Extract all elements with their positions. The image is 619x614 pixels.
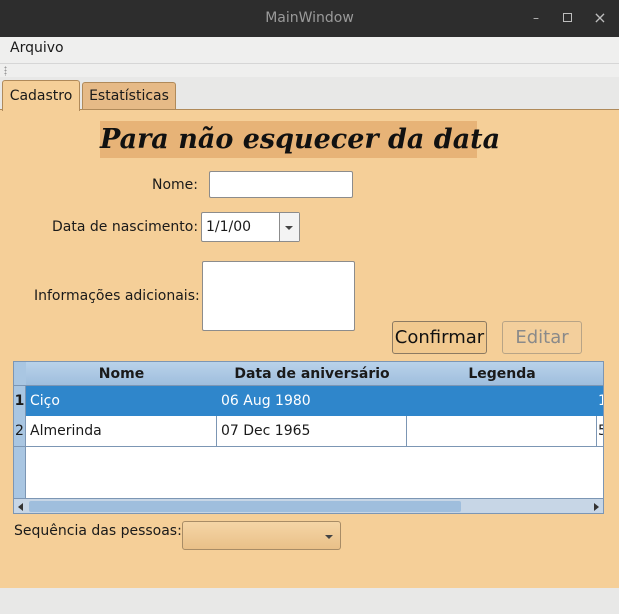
row-index[interactable]: 2	[14, 416, 26, 447]
chevron-down-icon	[285, 226, 293, 230]
cell-nome[interactable]: Almerinda	[26, 416, 217, 447]
cell-extra[interactable]: 1	[597, 386, 603, 416]
data-nascimento-label: Data de nascimento:	[52, 219, 199, 235]
window-titlebar[interactable]: MainWindow – ×	[0, 0, 619, 37]
column-header-nome[interactable]: Nome	[26, 362, 218, 386]
date-dropdown-button[interactable]	[279, 213, 299, 241]
row-header-filler	[14, 447, 26, 499]
cell-data[interactable]: 07 Dec 1965	[217, 416, 407, 447]
chevron-down-icon	[325, 535, 333, 539]
toolbar-strip	[0, 63, 619, 77]
people-table[interactable]: Nome Data de aniversário Legenda 1 Ciço …	[13, 361, 604, 514]
cell-legenda[interactable]	[407, 386, 597, 416]
maximize-icon[interactable]	[558, 9, 576, 27]
cell-nome[interactable]: Ciço	[26, 386, 217, 416]
column-header-data[interactable]: Data de aniversário	[217, 362, 408, 386]
minimize-icon[interactable]: –	[527, 9, 545, 27]
table-horizontal-scrollbar[interactable]	[14, 498, 603, 513]
menu-arquivo[interactable]: Arquivo	[10, 40, 64, 56]
row-index[interactable]: 1	[14, 386, 26, 416]
sequencia-label: Sequência das pessoas:	[14, 523, 182, 539]
confirm-button[interactable]: Confirmar	[392, 321, 487, 354]
info-label: Informações adicionais:	[34, 288, 200, 304]
data-nascimento-value: 1/1/00	[206, 219, 252, 235]
nome-label: Nome:	[152, 177, 199, 193]
toolbar-grip-icon[interactable]	[4, 66, 7, 76]
tab-estatisticas[interactable]: Estatísticas	[82, 82, 176, 109]
scroll-right-icon[interactable]	[594, 503, 599, 511]
tab-cadastro[interactable]: Cadastro	[2, 80, 80, 111]
menu-bar: Arquivo	[0, 37, 619, 63]
data-nascimento-field[interactable]: 1/1/00	[201, 212, 300, 242]
edit-button[interactable]: Editar	[502, 321, 582, 354]
column-header-legenda[interactable]: Legenda	[407, 362, 598, 386]
sequencia-dropdown[interactable]	[182, 521, 341, 550]
column-header-extra[interactable]	[597, 362, 603, 386]
cell-data[interactable]: 06 Aug 1980	[217, 386, 407, 416]
status-bar	[0, 588, 619, 614]
info-textarea[interactable]	[202, 261, 355, 331]
nome-input[interactable]	[209, 171, 353, 198]
cell-extra[interactable]: 5	[597, 416, 603, 447]
scroll-left-icon[interactable]	[18, 503, 23, 511]
form-heading: Para não esquecer da data	[100, 121, 500, 158]
close-icon[interactable]: ×	[591, 9, 609, 27]
cell-legenda[interactable]	[407, 416, 597, 447]
scrollbar-thumb[interactable]	[29, 501, 461, 512]
